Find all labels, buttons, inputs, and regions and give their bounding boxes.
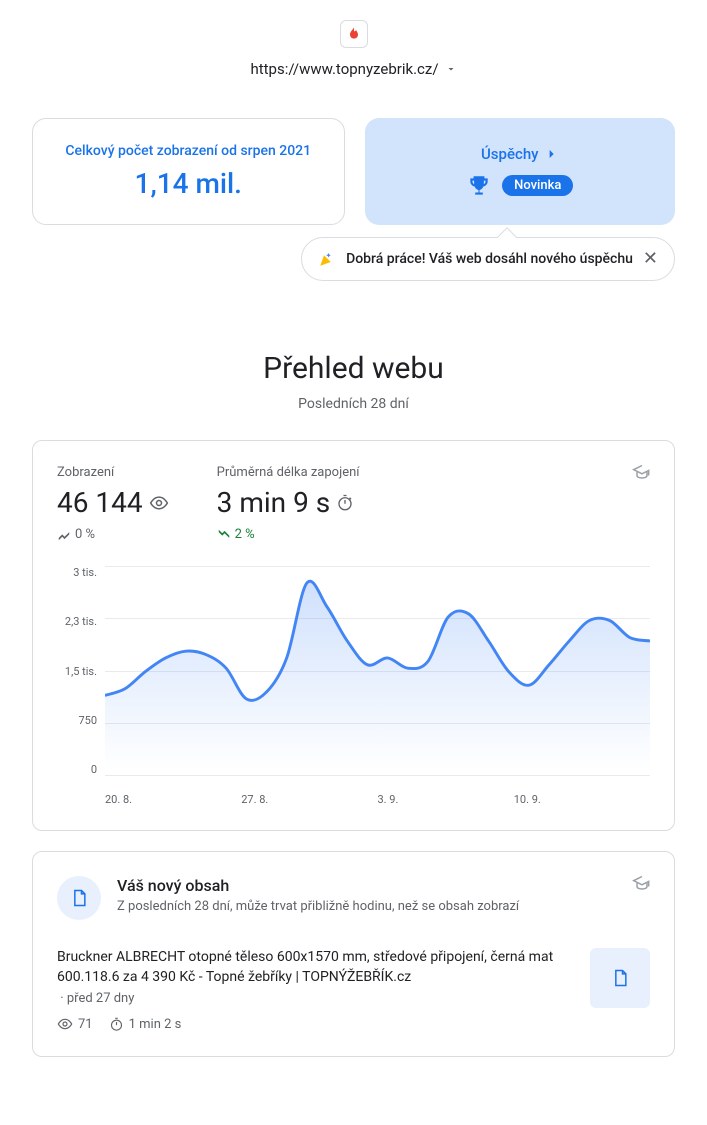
- eye-icon: [57, 1016, 73, 1032]
- stopwatch-icon: [336, 494, 354, 512]
- page-subtitle: Posledních 28 dní: [0, 396, 707, 412]
- eye-icon: [149, 493, 169, 513]
- chevron-right-icon: [543, 146, 559, 162]
- content-item[interactable]: Bruckner ALBRECHT otopné těleso 600x1570…: [57, 948, 650, 1032]
- content-panel-subtitle: Z posledních 28 dní, může trvat přibližn…: [117, 899, 519, 914]
- site-selector[interactable]: https://www.topnyzebrik.cz/: [0, 60, 707, 118]
- trend-flat-icon: [57, 528, 71, 542]
- engagement-label: Průměrná délka zapojení: [217, 465, 360, 480]
- total-views-value: 1,14 mil.: [135, 167, 242, 200]
- total-views-card[interactable]: Celkový počet zobrazení od srpen 2021 1,…: [32, 118, 345, 225]
- content-item-age: před 27 dny: [67, 991, 135, 1006]
- document-icon: [57, 876, 101, 920]
- engagement-trend: 2 %: [217, 527, 360, 542]
- engagement-metric[interactable]: Průměrná délka zapojení 3 min 9 s 2 %: [217, 465, 360, 542]
- achievements-card[interactable]: Úspěchy Novinka: [365, 118, 676, 225]
- views-chart: 3 tis.2,3 tis.1,5 tis.7500 20. 8.27. 8.3…: [57, 566, 650, 806]
- chevron-down-icon: [445, 63, 457, 75]
- party-icon: [318, 250, 336, 268]
- trend-up-icon: [217, 528, 231, 542]
- document-icon: [610, 968, 630, 988]
- flame-icon: [340, 20, 368, 48]
- content-item-title: Bruckner ALBRECHT otopné těleso 600x1570…: [57, 948, 574, 987]
- views-label: Zobrazení: [57, 465, 169, 480]
- views-trend: 0 %: [57, 527, 169, 542]
- views-metric[interactable]: Zobrazení 46 144 0 %: [57, 465, 169, 542]
- tooltip-text: Dobrá práce! Váš web dosáhl nového úspěc…: [346, 251, 633, 267]
- education-icon[interactable]: [632, 463, 652, 487]
- achievements-title: Úspěchy: [481, 145, 559, 163]
- header-logo: [0, 0, 707, 60]
- content-panel-title: Váš nový obsah: [117, 876, 519, 895]
- trophy-icon: [466, 173, 492, 199]
- content-thumbnail: [590, 948, 650, 1008]
- close-icon[interactable]: ✕: [643, 250, 658, 268]
- stopwatch-icon: [109, 1017, 124, 1032]
- content-item-duration: 1 min 2 s: [109, 1017, 182, 1032]
- page-title: Přehled webu: [0, 351, 707, 386]
- content-item-views: 71: [57, 1016, 93, 1032]
- site-url: https://www.topnyzebrik.cz/: [250, 60, 438, 78]
- new-badge: Novinka: [502, 175, 573, 196]
- engagement-value: 3 min 9 s: [217, 486, 331, 519]
- education-icon[interactable]: [632, 874, 652, 898]
- overview-panel: Zobrazení 46 144 0 % Průměrná délka zapo…: [32, 440, 675, 831]
- views-value: 46 144: [57, 486, 143, 519]
- total-views-label: Celkový počet zobrazení od srpen 2021: [65, 143, 311, 159]
- new-content-panel: Váš nový obsah Z posledních 28 dní, může…: [32, 851, 675, 1057]
- achievement-tooltip: Dobrá práce! Váš web dosáhl nového úspěc…: [301, 237, 675, 281]
